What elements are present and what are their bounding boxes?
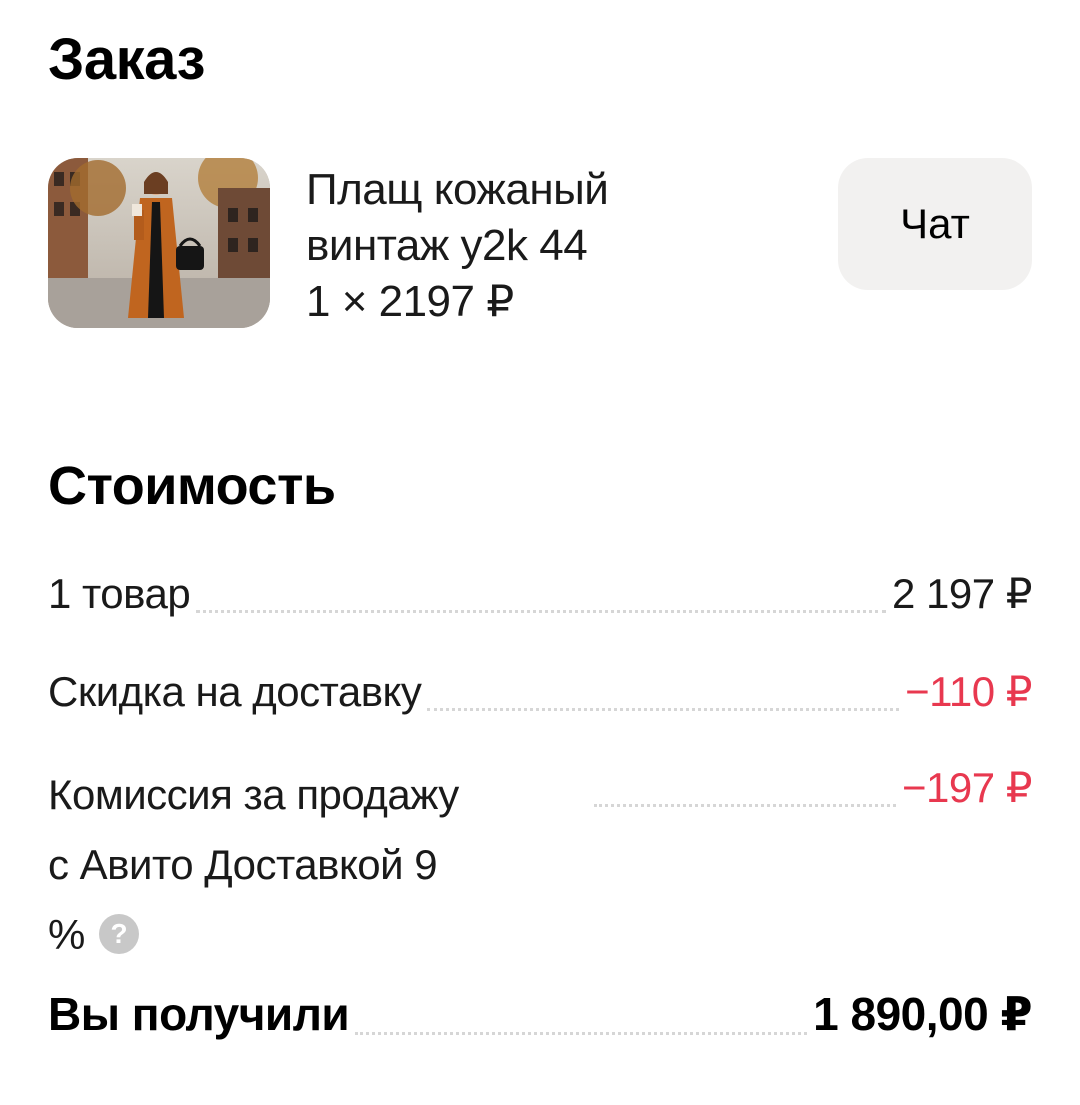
product-qty-price: 1 × 2197 ₽ [306, 277, 514, 326]
total-value: 1 890,00 ₽ [813, 988, 1032, 1040]
commission-label-line3: % [48, 911, 85, 958]
commission-label-line1: Комиссия за продажу [48, 771, 459, 818]
cost-row-goods: 1 товар 2 197 ₽ [48, 566, 1033, 622]
dotted-leader [196, 566, 886, 613]
cost-row-label: Комиссия за продажу с Авито Доставкой 9 … [48, 760, 588, 970]
product-name-line1: Плащ кожаный [306, 165, 609, 214]
cost-row-value: −110 ₽ [905, 668, 1032, 715]
cost-row-label: Скидка на доставку [48, 668, 422, 715]
total-label: Вы получили [48, 988, 350, 1040]
commission-label-line2: с Авито Доставкой 9 [48, 841, 438, 888]
dotted-leader [594, 760, 896, 807]
cost-row-value: 2 197 ₽ [892, 570, 1033, 617]
cost-total-row: Вы получили 1 890,00 ₽ [48, 984, 1032, 1044]
chat-button[interactable]: Чат [838, 158, 1032, 290]
cost-row-label: 1 товар [48, 570, 191, 617]
product-info[interactable]: Плащ кожаный винтаж y2k 44 1 × 2197 ₽ [306, 162, 726, 330]
order-title: Заказ [48, 27, 205, 92]
cost-row-commission: Комиссия за продажу с Авито Доставкой 9 … [48, 760, 1033, 970]
help-icon[interactable]: ? [98, 913, 139, 954]
cost-row-delivery-discount: Скидка на доставку −110 ₽ [48, 664, 1032, 720]
product-name-line2: винтаж y2k 44 [306, 221, 588, 270]
dotted-leader [427, 664, 900, 711]
product-image[interactable] [48, 158, 270, 328]
product-photo-icon [48, 158, 270, 328]
cost-title: Стоимость [48, 456, 336, 516]
cost-row-value: −197 ₽ [902, 764, 1033, 811]
dotted-leader [355, 984, 808, 1035]
